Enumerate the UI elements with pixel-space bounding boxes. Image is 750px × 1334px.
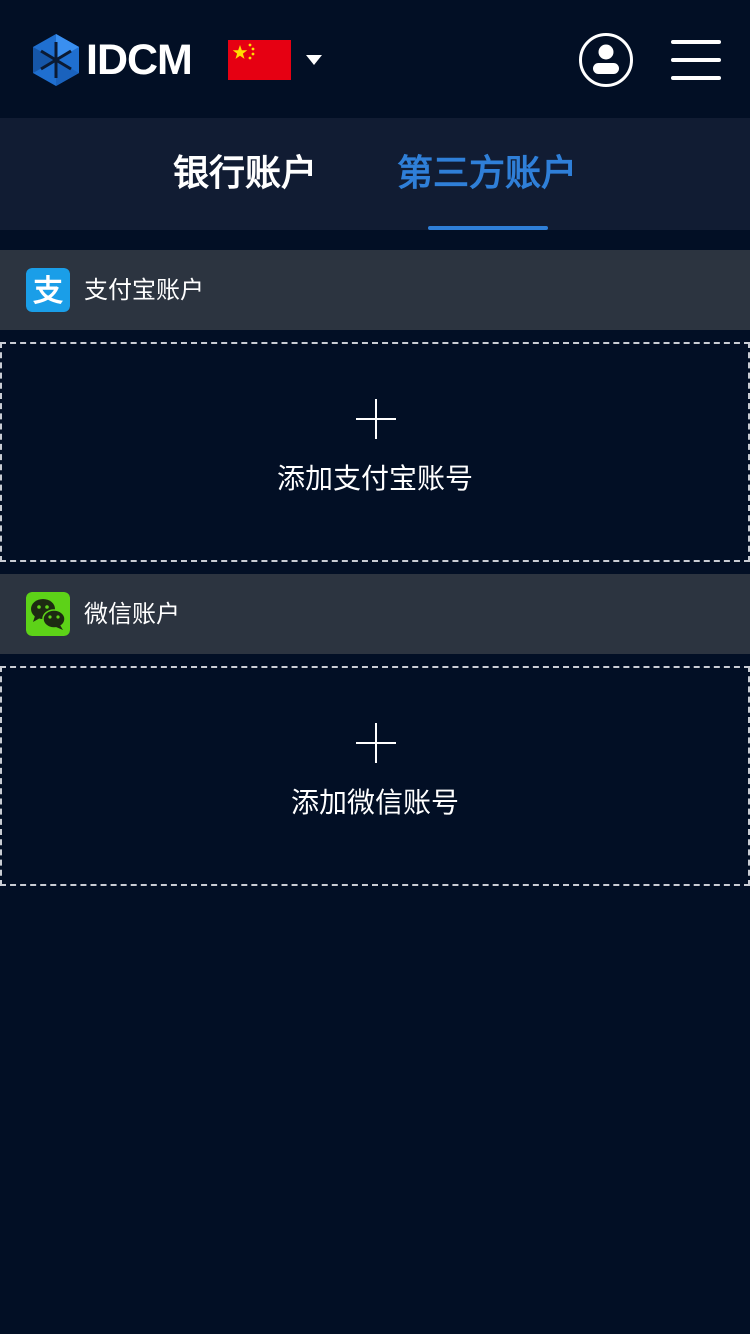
brand-name: IDCM (86, 36, 193, 84)
chevron-down-icon[interactable] (304, 53, 324, 67)
tab-third-party-account[interactable]: 第三方账户 (388, 118, 586, 230)
alipay-section-header: 支 支付宝账户 (0, 250, 750, 330)
tab-bank-account[interactable]: 银行账户 (150, 118, 340, 230)
user-icon (593, 44, 619, 74)
wechat-icon (26, 592, 70, 636)
add-wechat-account-button[interactable]: 添加微信账号 (0, 666, 750, 886)
idcm-logo-icon[interactable] (33, 34, 79, 86)
top-bar: IDCM (0, 0, 750, 118)
account-type-tabs: 银行账户 第三方账户 (0, 118, 750, 230)
hamburger-menu-icon[interactable] (671, 40, 721, 80)
add-alipay-label: 添加支付宝账号 (276, 462, 473, 495)
plus-icon (356, 399, 396, 439)
wechat-section-title: 微信账户 (84, 600, 180, 628)
active-tab-indicator (428, 226, 548, 230)
add-wechat-label: 添加微信账号 (290, 786, 459, 819)
alipay-icon: 支 (26, 268, 70, 312)
add-alipay-account-button[interactable]: 添加支付宝账号 (0, 342, 750, 562)
plus-icon (356, 723, 396, 763)
alipay-section-title: 支付宝账户 (84, 276, 204, 304)
china-flag-icon[interactable] (228, 40, 291, 80)
svg-text:支: 支 (33, 274, 63, 309)
user-account-button[interactable] (579, 33, 633, 87)
wechat-section-header: 微信账户 (0, 574, 750, 654)
